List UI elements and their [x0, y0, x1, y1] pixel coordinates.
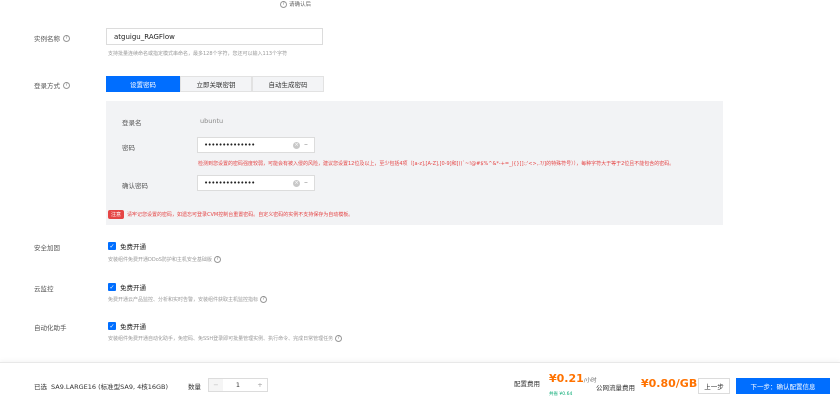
monitor-option-label: 免费开通 — [120, 284, 146, 292]
help-icon[interactable]: ? — [213, 256, 221, 263]
confirm-password-input[interactable]: •••••••••••••• × ⌣ — [197, 175, 315, 191]
automation-label: 自动化助手 — [34, 324, 67, 332]
eye-icon[interactable]: ⌣ — [304, 141, 308, 149]
monitor-option[interactable]: ✓ 免费开通 — [108, 282, 146, 292]
checkbox-checked-icon[interactable]: ✓ — [108, 283, 116, 291]
help-icon[interactable]: ? — [63, 34, 70, 42]
instance-name-label-text: 实例名称 — [34, 35, 60, 43]
security-hint: 安装组件免费开通DDoS防护和主机安全基础版 ? — [108, 256, 221, 263]
password-input[interactable]: •••••••••••••• × ⌣ — [197, 137, 315, 153]
automation-option[interactable]: ✓ 免费开通 — [108, 321, 146, 331]
automation-hint-text: 安装组件免费开通自动化助手，免密码、免SSH登录即可批量管理实例、执行命令、完成… — [108, 336, 334, 342]
quantity-label: 数量 — [188, 383, 201, 391]
password-warning: 检测到您设置的密码强度较弱，可能会有被入侵的风险，建议您设置12位及以上，至少包… — [198, 161, 675, 167]
selected-spec: 已选 SA9.LARGE16 (标准型SA9, 4核16GB) — [34, 381, 168, 391]
checkbox-checked-icon[interactable]: ✓ — [108, 242, 116, 250]
selected-label: 已选 — [34, 383, 47, 391]
clear-icon[interactable]: × — [293, 141, 301, 149]
instance-name-hint: 支持批量连续命名或指定模式串命名，最多128个字符，您还可以输入113个字符 — [108, 51, 288, 57]
selected-value: SA9.LARGE16 (标准型SA9, 4核16GB) — [51, 383, 169, 391]
login-method-label: 登录方式 ? — [34, 80, 70, 90]
username-label: 登录名 — [122, 119, 142, 127]
instance-name-input[interactable]: atguigu_RAGFlow — [106, 28, 323, 45]
top-note: ? 请确认后 — [280, 0, 311, 8]
top-note-text: 请确认后 — [289, 2, 312, 8]
security-hint-text: 安装组件免费开通DDoS防护和主机安全基础版 — [108, 257, 212, 263]
notice-text: 请牢记您设置的密码，如遗忘可登录CVM控制台重置密码。自定义密码的实例不支持保存… — [127, 212, 354, 218]
login-method-label-text: 登录方式 — [34, 82, 60, 90]
help-icon[interactable]: ? — [335, 335, 343, 342]
config-fee-price: ¥0.21 — [549, 372, 584, 385]
minus-button[interactable]: − — [209, 379, 223, 391]
quantity-value[interactable]: 1 — [223, 379, 253, 391]
confirm-password-value: •••••••••••••• — [204, 179, 255, 187]
username-value: ubuntu — [200, 117, 224, 125]
confirm-password-label: 确认密码 — [122, 182, 148, 190]
config-fee-label: 配置费用 — [514, 380, 540, 388]
help-icon[interactable]: ? — [63, 81, 70, 89]
checkbox-checked-icon[interactable]: ✓ — [108, 322, 116, 330]
tab-set-password[interactable]: 设置密码 — [106, 76, 180, 92]
config-fee-save: 共省 ¥0.64 — [549, 392, 573, 397]
security-option[interactable]: ✓ 免费开通 — [108, 241, 146, 251]
security-option-label: 免费开通 — [120, 243, 146, 251]
monitor-hint: 免费开通云产品监控、分析和实时告警，安装组件获取主机监控指标 ? — [108, 296, 268, 303]
help-icon[interactable]: ? — [260, 296, 268, 303]
traffic-fee-value: ¥0.80/GB — [641, 377, 698, 390]
monitor-hint-text: 免费开通云产品监控、分析和实时告警，安装组件获取主机监控指标 — [108, 297, 259, 303]
footer-bar: 已选 SA9.LARGE16 (标准型SA9, 4核16GB) 数量 − 1 +… — [0, 362, 840, 406]
plus-button[interactable]: + — [253, 379, 267, 391]
automation-option-label: 免费开通 — [120, 323, 146, 331]
clear-icon[interactable]: × — [293, 179, 301, 187]
tab-auto-password[interactable]: 自动生成密码 — [252, 76, 324, 92]
config-fee-unit: /小时 — [583, 378, 597, 384]
instance-name-label: 实例名称 ? — [34, 33, 70, 43]
tab-link-key[interactable]: 立即关联密钥 — [180, 76, 252, 92]
config-fee-value: ¥0.21/小时 — [549, 372, 597, 385]
monitor-label: 云监控 — [34, 285, 54, 293]
instance-name-value: atguigu_RAGFlow — [114, 32, 175, 41]
traffic-fee-label: 公网流量费用 — [596, 384, 635, 392]
password-value: •••••••••••••• — [204, 141, 255, 149]
next-button[interactable]: 下一步：确认配置信息 — [736, 378, 830, 394]
prev-button[interactable]: 上一步 — [698, 378, 730, 394]
notice-badge: 注意 — [108, 210, 125, 219]
eye-icon[interactable]: ⌣ — [304, 179, 308, 187]
security-label: 安全加固 — [34, 244, 60, 252]
quantity-stepper[interactable]: − 1 + — [208, 378, 268, 392]
automation-hint: 安装组件免费开通自动化助手，免密码、免SSH登录即可批量管理实例、执行命令、完成… — [108, 335, 343, 342]
password-label: 密码 — [122, 144, 135, 152]
help-icon: ? — [280, 0, 287, 8]
password-notice: 注意 请牢记您设置的密码，如遗忘可登录CVM控制台重置密码。自定义密码的实例不支… — [108, 210, 353, 219]
